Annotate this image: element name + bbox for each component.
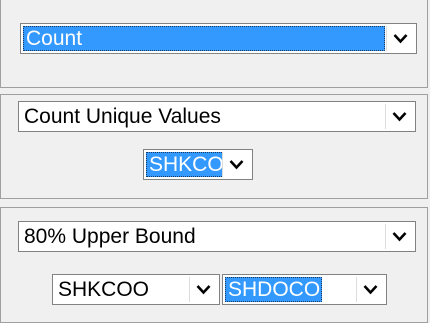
statistic-dropdown-value: Count xyxy=(23,26,385,51)
field-dropdown-value: SHKCOO xyxy=(58,278,150,301)
chevron-down-icon xyxy=(196,285,211,295)
chevron-down-icon xyxy=(363,285,378,295)
chevron-down-icon xyxy=(392,232,407,242)
dropdown-arrow-button[interactable] xyxy=(189,277,217,302)
statistic-panel-1: Count xyxy=(0,0,428,88)
statistic-dropdown-value: 80% Upper Bound xyxy=(24,225,196,248)
chevron-down-icon xyxy=(392,112,407,122)
statistic-dropdown[interactable]: 80% Upper Bound xyxy=(18,221,416,252)
field-dropdown-value: SHDOCO xyxy=(225,277,323,302)
chevron-down-icon xyxy=(393,34,408,44)
dropdown-arrow-button[interactable] xyxy=(386,26,414,51)
field-dropdown-1[interactable]: SHKCOO xyxy=(52,274,220,305)
field-dropdown-2[interactable]: SHDOCO xyxy=(222,274,387,305)
field-dropdown[interactable]: SHKCOO xyxy=(143,149,253,180)
statistic-panel-3: 80% Upper Bound SHKCOO SHDOCO xyxy=(0,207,428,323)
dropdown-arrow-button[interactable] xyxy=(385,104,413,129)
statistic-panel-2: Count Unique Values SHKCOO xyxy=(0,94,428,199)
dropdown-arrow-button[interactable] xyxy=(222,152,250,177)
statistic-dropdown-value: Count Unique Values xyxy=(24,105,221,128)
dropdown-arrow-button[interactable] xyxy=(356,277,384,302)
statistic-dropdown[interactable]: Count Unique Values xyxy=(18,101,416,132)
statistic-dropdown[interactable]: Count xyxy=(20,23,417,54)
dropdown-arrow-button[interactable] xyxy=(385,224,413,249)
chevron-down-icon xyxy=(229,160,244,170)
